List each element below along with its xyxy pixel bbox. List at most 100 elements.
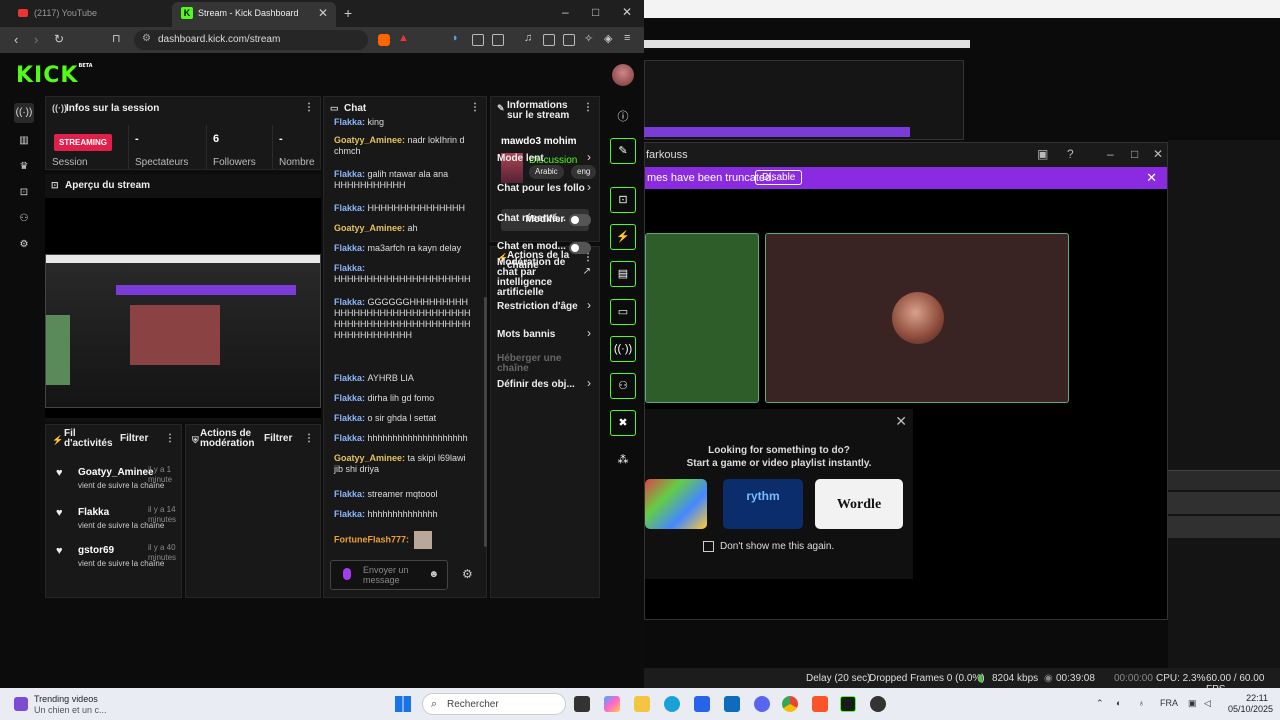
user-avatar[interactable]	[612, 64, 634, 86]
chat-message[interactable]: Flakka: streamer mqtoool	[334, 489, 474, 500]
brave-icon[interactable]	[812, 696, 828, 712]
banner-close-icon[interactable]: ✕	[1146, 170, 1157, 186]
mic-icon[interactable]	[343, 568, 351, 580]
chat-input[interactable]: Envoyer un message ☻	[330, 560, 448, 590]
url-field[interactable]: ⚙ dashboard.kick.com/stream	[134, 30, 368, 50]
taskbar-search[interactable]: ⌕ Rechercher	[422, 693, 566, 715]
start-icon[interactable]	[395, 696, 411, 712]
sidebar-icon[interactable]	[543, 34, 555, 46]
task-view-icon[interactable]	[574, 696, 590, 712]
chat-username[interactable]: Goatyy_Aminee:	[334, 453, 408, 463]
channel-option[interactable]: Restriction d'âge	[497, 302, 587, 312]
translate-icon[interactable]: ◗	[452, 32, 459, 44]
trophy-icon[interactable]: ♛	[14, 157, 34, 177]
participant-tile[interactable]	[645, 233, 759, 403]
outlook-icon[interactable]	[724, 696, 740, 712]
minimize-icon[interactable]: –	[562, 5, 569, 19]
chat-username[interactable]: Flakka:	[334, 117, 368, 127]
chat-username[interactable]: Goatyy_Aminee:	[334, 223, 408, 233]
clock[interactable]: 22:11 05/10/2025	[1228, 693, 1273, 715]
wrench-icon[interactable]: ✖	[610, 410, 636, 436]
filter-button[interactable]: Filtrer	[264, 433, 292, 444]
discord-icon[interactable]	[754, 696, 770, 712]
location-icon[interactable]: ♁	[1138, 698, 1145, 708]
info-icon[interactable]: ⓘ	[610, 105, 636, 131]
external-link-icon[interactable]: ↗	[583, 266, 591, 277]
site-info-icon[interactable]: ⚙	[142, 33, 151, 44]
notes-icon[interactable]: ▤	[610, 261, 636, 287]
chat-scrollbar[interactable]	[484, 297, 487, 547]
chat-message[interactable]: Flakka: GGGGGGHHHHHHHHHHHHHHHHHHHHHHHHHH…	[334, 297, 474, 341]
chat-message[interactable]: Flakka: HHHHHHHHHHHHHHH	[334, 203, 474, 214]
chat-message[interactable]: Flakka: AYHRB LIA	[334, 373, 474, 384]
chat-username[interactable]: Flakka:	[334, 373, 368, 383]
chat-username[interactable]: Flakka:	[334, 297, 368, 307]
reload-icon[interactable]: ↻	[54, 32, 64, 46]
chat-username[interactable]: Flakka:	[334, 203, 368, 213]
kick-app-icon[interactable]	[840, 696, 856, 712]
camera-icon[interactable]: ⊡	[610, 187, 636, 213]
more-icon[interactable]: ⋮	[583, 102, 593, 113]
kick-logo[interactable]: KICKBETA	[16, 63, 93, 88]
users-icon[interactable]: ⚇	[610, 373, 636, 399]
chevron-right-icon[interactable]: ›	[587, 376, 591, 390]
chat-message[interactable]: Flakka: HHHHHHHHHHHHHHHHHHHHH	[334, 263, 474, 285]
chat-message[interactable]: Flakka: hhhhhhhhhhhhhh	[334, 509, 474, 520]
menu-icon[interactable]: ≡	[624, 32, 630, 44]
new-tab-button[interactable]: +	[344, 5, 352, 21]
game-card-rythm[interactable]: rythm	[723, 479, 803, 529]
discord-help-icon[interactable]: ?	[1067, 147, 1074, 161]
close-icon[interactable]: ✕	[895, 413, 907, 430]
game-card-wordle[interactable]: Wordle	[815, 479, 903, 529]
chat-username[interactable]: Flakka:	[334, 509, 368, 519]
follower-name[interactable]: Goatyy_Aminee	[78, 467, 154, 478]
channel-option[interactable]: Définir des obj...	[497, 380, 587, 390]
chat-username[interactable]: FortuneFlash777:	[334, 534, 412, 544]
back-icon[interactable]: ‹	[14, 32, 18, 47]
live-icon[interactable]: ((·))	[14, 103, 34, 123]
chat-message[interactable]: Flakka: dirha lih gd fomo	[334, 393, 474, 404]
volume-icon[interactable]: ◁	[1204, 698, 1211, 709]
tab-youtube[interactable]: (2117) YouTube	[8, 0, 168, 27]
screenshot-icon[interactable]	[492, 34, 504, 46]
follower-name[interactable]: Flakka	[78, 507, 109, 518]
copilot-icon[interactable]	[604, 696, 620, 712]
rewards-icon[interactable]: ▲	[398, 32, 409, 44]
chevron-right-icon[interactable]: ›	[587, 298, 591, 312]
chevron-right-icon[interactable]: ›	[587, 180, 591, 194]
channel-option[interactable]: Mode lent	[497, 154, 587, 164]
channel-option[interactable]: Modération de chat par intelligence arti…	[497, 258, 579, 298]
stats-icon[interactable]: ▥	[14, 131, 34, 151]
participant-tile-speaking[interactable]	[765, 233, 1069, 403]
chat-message[interactable]: Flakka: ma3arfch ra kayn delay	[334, 243, 474, 254]
chat-username[interactable]: Flakka:	[334, 263, 365, 273]
language-indicator[interactable]: FRA	[1160, 698, 1178, 708]
tab-kick[interactable]: K Stream - Kick Dashboard ✕	[172, 2, 336, 29]
tray-app-icon[interactable]: ◐	[1116, 698, 1121, 708]
vpn-icon[interactable]: ◈	[604, 32, 612, 45]
flash-icon[interactable]: ⚡	[610, 224, 636, 250]
chat-message[interactable]: Goatyy_Aminee: nadr lokIhrin d chmch	[334, 135, 474, 157]
chat-username[interactable]: Flakka:	[334, 489, 368, 499]
toggle-switch[interactable]	[569, 214, 591, 226]
edit-icon[interactable]: ✎	[610, 138, 636, 164]
maximize-icon[interactable]: □	[592, 5, 599, 19]
chat-message[interactable]: Flakka: galih ntawar ala ana HHHHHHHHHHH	[334, 169, 474, 191]
disable-button[interactable]: Disable	[755, 170, 803, 185]
extensions-icon[interactable]	[472, 34, 484, 46]
chat-message[interactable]: Flakka: o sir ghda l settat	[334, 413, 474, 424]
chat-username[interactable]: Flakka:	[334, 433, 368, 443]
chat-username[interactable]: Flakka:	[334, 169, 368, 179]
tag[interactable]: Arabic	[529, 165, 564, 179]
explorer-icon[interactable]	[634, 696, 650, 712]
chevron-right-icon[interactable]: ›	[587, 150, 591, 164]
more-icon[interactable]: ⋮	[304, 102, 314, 113]
more-icon[interactable]: ⋮	[470, 102, 480, 113]
dont-show-checkbox[interactable]: Don't show me this again.	[703, 541, 834, 552]
more-icon[interactable]: ⋮	[304, 433, 314, 444]
chat-message[interactable]: Goatyy_Aminee: ah	[334, 223, 474, 234]
chat-username[interactable]: Goatyy_Aminee:	[334, 135, 408, 145]
live-icon[interactable]: ((·))	[610, 336, 636, 362]
close-tab-icon[interactable]: ✕	[318, 6, 328, 20]
emoji-icon[interactable]: ☻	[428, 569, 439, 580]
